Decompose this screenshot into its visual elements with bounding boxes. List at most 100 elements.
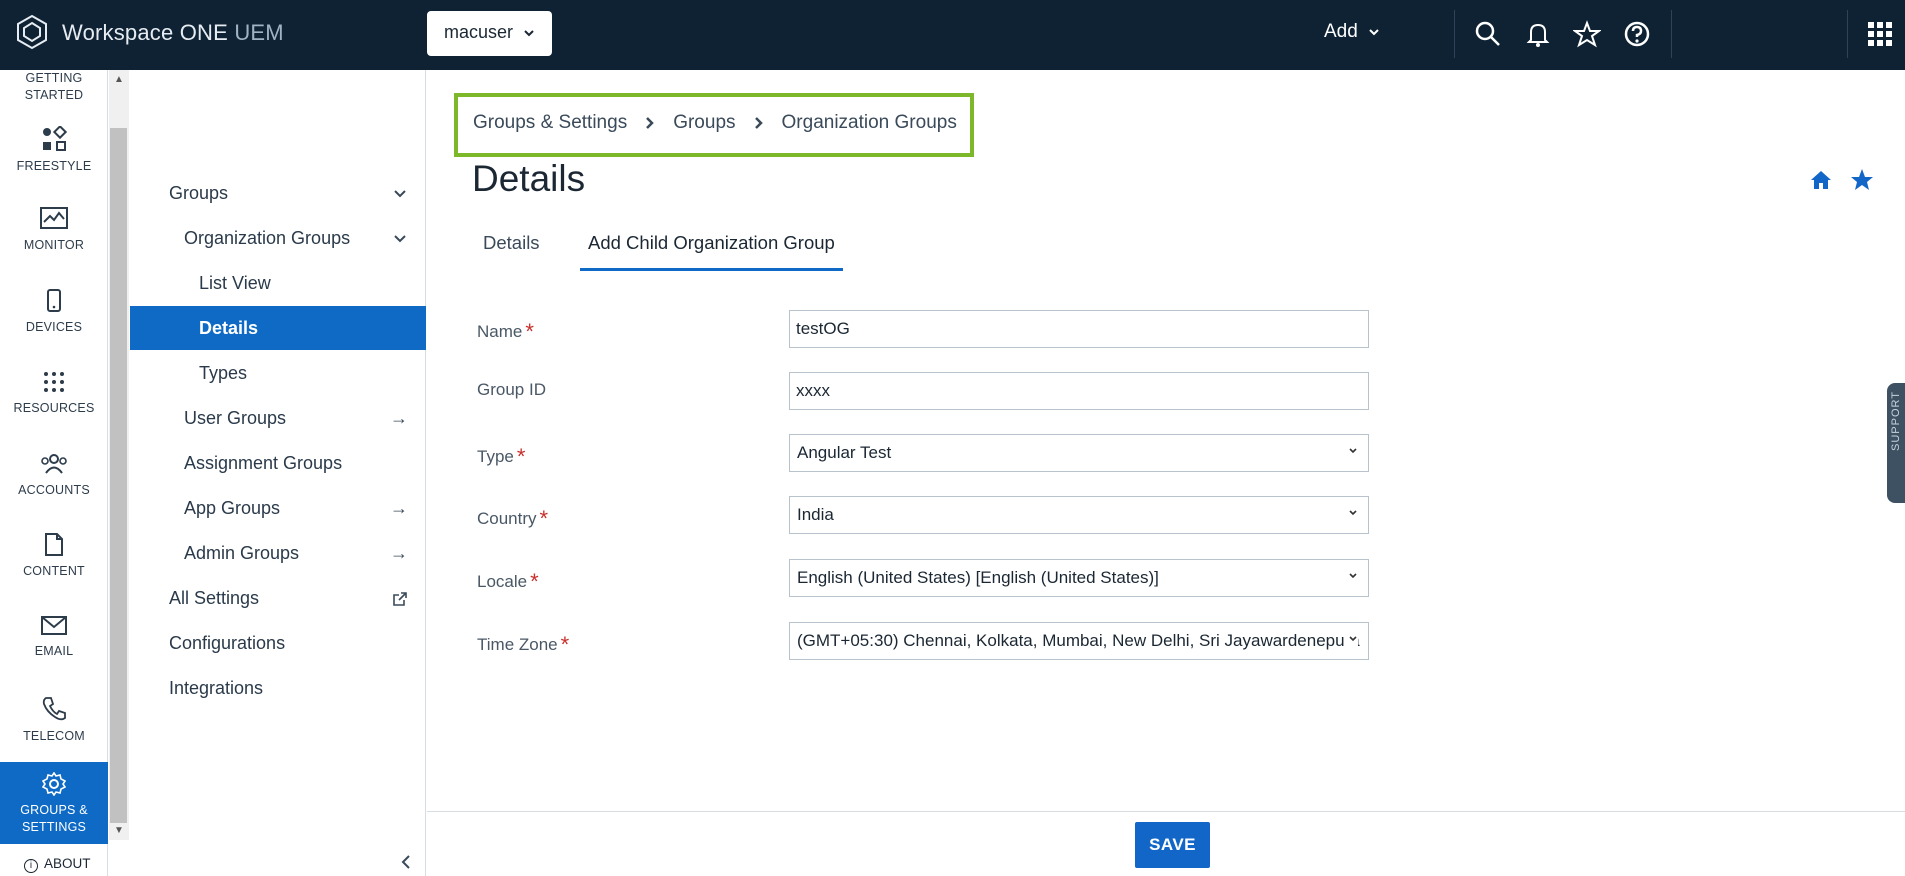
breadcrumb-item[interactable]: Groups & Settings — [473, 112, 627, 133]
header-divider — [1847, 10, 1848, 58]
subnav-list-view[interactable]: List View — [199, 261, 426, 305]
chevron-down-icon — [392, 216, 408, 260]
subnav-all-settings[interactable]: All Settings — [169, 576, 426, 620]
info-icon: i — [24, 859, 38, 873]
chevron-down-icon — [392, 171, 408, 215]
subnav-label: Assignment Groups — [184, 453, 343, 473]
content-icon — [45, 533, 63, 556]
nav-groups-settings[interactable]: GROUPS & SETTINGS — [0, 762, 108, 844]
resources-icon — [44, 372, 64, 392]
nav-content[interactable]: CONTENT — [0, 533, 108, 580]
type-value: Angular Test — [797, 443, 892, 462]
time-zone-value: (GMT+05:30) Chennai, Kolkata, Mumbai, Ne… — [797, 631, 1360, 650]
arrow-right-icon: → — [390, 408, 408, 428]
about-label: ABOUT — [44, 856, 91, 871]
apps-grid-icon[interactable] — [1866, 20, 1894, 48]
tab-add-child-organization-group[interactable]: Add Child Organization Group — [580, 228, 843, 271]
freestyle-icon — [43, 126, 67, 151]
subnav-app-groups[interactable]: App Groups → — [184, 486, 426, 530]
subnav-assignment-groups[interactable]: Assignment Groups — [184, 441, 426, 485]
nav-devices[interactable]: DEVICES — [0, 289, 108, 336]
group-id-input[interactable] — [789, 372, 1369, 410]
subnav-label: App Groups — [184, 498, 281, 518]
country-value: India — [797, 505, 834, 524]
required-asterisk: * — [530, 569, 539, 594]
add-label: Add — [1324, 21, 1358, 42]
chevron-right-icon — [754, 112, 764, 134]
user-dropdown[interactable]: macuser — [427, 11, 552, 56]
subnav-label: All Settings — [169, 588, 260, 608]
tab-label: Details — [483, 232, 540, 253]
subnav-user-groups[interactable]: User Groups → — [184, 396, 426, 440]
time-zone-label: Time Zone * — [477, 632, 570, 657]
left-nav: GETTING STARTED FREESTYLE MONITOR DEVICE… — [0, 70, 108, 876]
nav-label: EMAIL — [34, 644, 74, 658]
gear-icon — [42, 772, 66, 796]
nav-getting-started[interactable]: GETTING STARTED — [0, 70, 108, 104]
nav-freestyle[interactable]: FREESTYLE — [0, 126, 108, 175]
support-tab[interactable]: SUPPORT — [1887, 383, 1905, 503]
telecom-icon — [42, 697, 66, 721]
chevron-down-icon — [1344, 633, 1358, 647]
arrow-right-icon: → — [390, 543, 408, 563]
help-icon[interactable] — [1623, 20, 1651, 48]
subnav-label: Integrations — [169, 678, 264, 698]
scroll-up-arrow-icon[interactable]: ▲ — [114, 74, 124, 85]
nav-resources[interactable]: RESOURCES — [0, 370, 108, 417]
monitor-icon — [40, 207, 68, 229]
tab-details[interactable]: Details — [475, 228, 548, 268]
nav-label: ACCOUNTS — [18, 483, 90, 497]
subnav-details[interactable]: Details — [130, 306, 426, 350]
nav-label: GETTING STARTED — [24, 71, 84, 102]
collapse-nav-chevron-left-icon[interactable] — [400, 854, 412, 875]
breadcrumb-item[interactable]: Groups — [673, 112, 735, 133]
nav-email[interactable]: EMAIL — [0, 615, 108, 660]
brand-title: Workspace ONE UEM — [62, 20, 284, 45]
breadcrumb-item[interactable]: Organization Groups — [782, 112, 957, 133]
subnav-groups[interactable]: Groups — [169, 171, 426, 215]
subnav-configurations[interactable]: Configurations — [169, 621, 426, 665]
time-zone-select[interactable]: (GMT+05:30) Chennai, Kolkata, Mumbai, Ne… — [789, 622, 1369, 660]
nav-label: TELECOM — [23, 729, 85, 743]
about-link[interactable]: i ABOUT — [24, 856, 91, 873]
nav-label: MONITOR — [23, 238, 85, 252]
nav-telecom[interactable]: TELECOM — [0, 696, 108, 745]
subnav-integrations[interactable]: Integrations — [169, 666, 426, 710]
required-asterisk: * — [560, 632, 570, 657]
accounts-icon — [41, 454, 67, 474]
subnav-label: Details — [199, 318, 259, 338]
type-select[interactable]: Angular Test — [789, 434, 1369, 472]
nav-accounts[interactable]: ACCOUNTS — [0, 452, 108, 499]
nav-label: RESOURCES — [13, 401, 95, 415]
subnav-organization-groups[interactable]: Organization Groups — [184, 216, 426, 260]
locale-select[interactable]: English (United States) [English (United… — [789, 559, 1369, 597]
arrow-right-icon: → — [390, 498, 408, 518]
subnav-label: Organization Groups — [184, 228, 351, 248]
type-label: Type * — [477, 444, 526, 469]
scroll-down-arrow-icon[interactable]: ▼ — [114, 825, 124, 836]
favorite-star-icon[interactable] — [1850, 168, 1874, 192]
name-input[interactable] — [789, 310, 1369, 348]
chevron-down-icon — [1348, 570, 1358, 584]
bell-icon[interactable] — [1524, 20, 1552, 48]
save-button[interactable]: SAVE — [1135, 822, 1210, 868]
name-label: Name * — [477, 319, 534, 344]
scrollbar-thumb[interactable] — [110, 128, 127, 823]
star-icon[interactable] — [1573, 20, 1601, 48]
nav-label: FREESTYLE — [16, 159, 92, 173]
header-divider — [1671, 10, 1672, 58]
subnav-types[interactable]: Types — [199, 351, 426, 395]
subnav-label: Groups — [169, 183, 229, 203]
subnav-label: User Groups — [184, 408, 287, 428]
search-icon[interactable] — [1474, 20, 1502, 48]
country-select[interactable]: India — [789, 496, 1369, 534]
subnav-label: Configurations — [169, 633, 286, 653]
home-icon[interactable] — [1810, 169, 1832, 191]
subnav-admin-groups[interactable]: Admin Groups → — [184, 531, 426, 575]
user-name: macuser — [444, 22, 514, 42]
nav-monitor[interactable]: MONITOR — [0, 207, 108, 254]
subnav-label: List View — [199, 273, 271, 293]
chevron-down-icon — [1348, 445, 1358, 459]
add-menu[interactable]: Add — [1324, 21, 1381, 43]
nav-label: DEVICES — [25, 320, 83, 334]
